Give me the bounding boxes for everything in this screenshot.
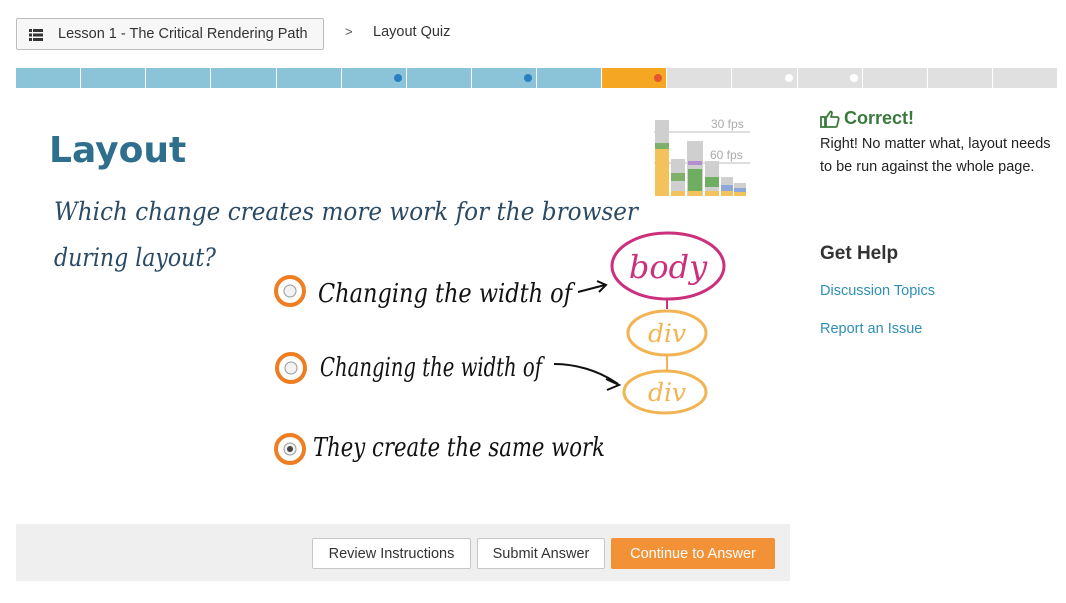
option-1-label: Changing the width of — [318, 279, 576, 309]
progress-segment[interactable] — [341, 68, 407, 88]
option-3[interactable]: They create the same work — [274, 433, 605, 465]
option-3-label: They create the same work — [313, 433, 605, 463]
option-2-radio[interactable] — [284, 361, 298, 375]
question-line-2: during layout? — [54, 243, 217, 272]
feedback-title: Correct! — [844, 108, 915, 128]
progress-segment[interactable] — [81, 68, 147, 88]
progress-segment[interactable] — [667, 68, 733, 88]
option-3-selected-dot — [287, 446, 293, 452]
progress-segment[interactable] — [276, 68, 342, 88]
thumbs-up-icon — [820, 110, 840, 128]
feedback-header: Correct! — [820, 108, 914, 129]
breadcrumb-current: Layout Quiz — [373, 24, 451, 40]
lesson-menu-button[interactable]: Lesson 1 - The Critical Rendering Path — [16, 18, 324, 50]
progress-segment[interactable] — [862, 68, 928, 88]
question-line-1: Which change creates more work for the b… — [54, 197, 640, 226]
progress-dot — [849, 74, 858, 82]
progress-segment[interactable] — [602, 68, 668, 88]
progress-dot — [784, 74, 793, 82]
progress-segment[interactable] — [146, 68, 212, 88]
div-node-2-label: div — [648, 378, 686, 407]
progress-segment[interactable] — [992, 68, 1057, 88]
body-node-label: body — [629, 248, 708, 286]
report-issue-link[interactable]: Report an Issue — [820, 321, 922, 337]
feedback-text: Right! No matter what, layout needs to b… — [820, 136, 1051, 175]
div-node-1-label: div — [648, 319, 686, 348]
progress-segment[interactable] — [211, 68, 277, 88]
list-icon — [29, 28, 43, 41]
progress-dot — [524, 74, 532, 82]
progress-dot — [393, 74, 402, 82]
option-2-label: Changing the width of — [320, 353, 545, 383]
progress-segment[interactable] — [471, 68, 537, 88]
progress-segment[interactable] — [927, 68, 993, 88]
progress-segment[interactable] — [16, 68, 82, 88]
progress-dot — [654, 74, 663, 82]
option-1[interactable]: Changing the width of — [274, 275, 576, 309]
quiz-title: Layout — [49, 130, 186, 171]
option-1-radio[interactable] — [283, 284, 297, 298]
progress-segment[interactable] — [732, 68, 798, 88]
option-2[interactable]: Changing the width of — [275, 352, 545, 384]
submit-answer-button[interactable]: Submit Answer — [477, 538, 605, 569]
quiz-canvas: Layout Which change creates more work fo… — [49, 130, 726, 465]
progress-segment[interactable] — [406, 68, 472, 88]
progress-segment[interactable] — [797, 68, 863, 88]
breadcrumb-separator: > — [345, 24, 353, 39]
lesson-label: Lesson 1 - The Critical Rendering Path — [58, 26, 308, 42]
discussion-topics-link[interactable]: Discussion Topics — [820, 283, 935, 299]
progress-segment[interactable] — [537, 68, 603, 88]
continue-to-answer-button[interactable]: Continue to Answer — [611, 538, 775, 569]
progress-bar — [16, 68, 1057, 88]
review-instructions-button[interactable]: Review Instructions — [312, 538, 471, 569]
get-help-title: Get Help — [820, 243, 899, 264]
